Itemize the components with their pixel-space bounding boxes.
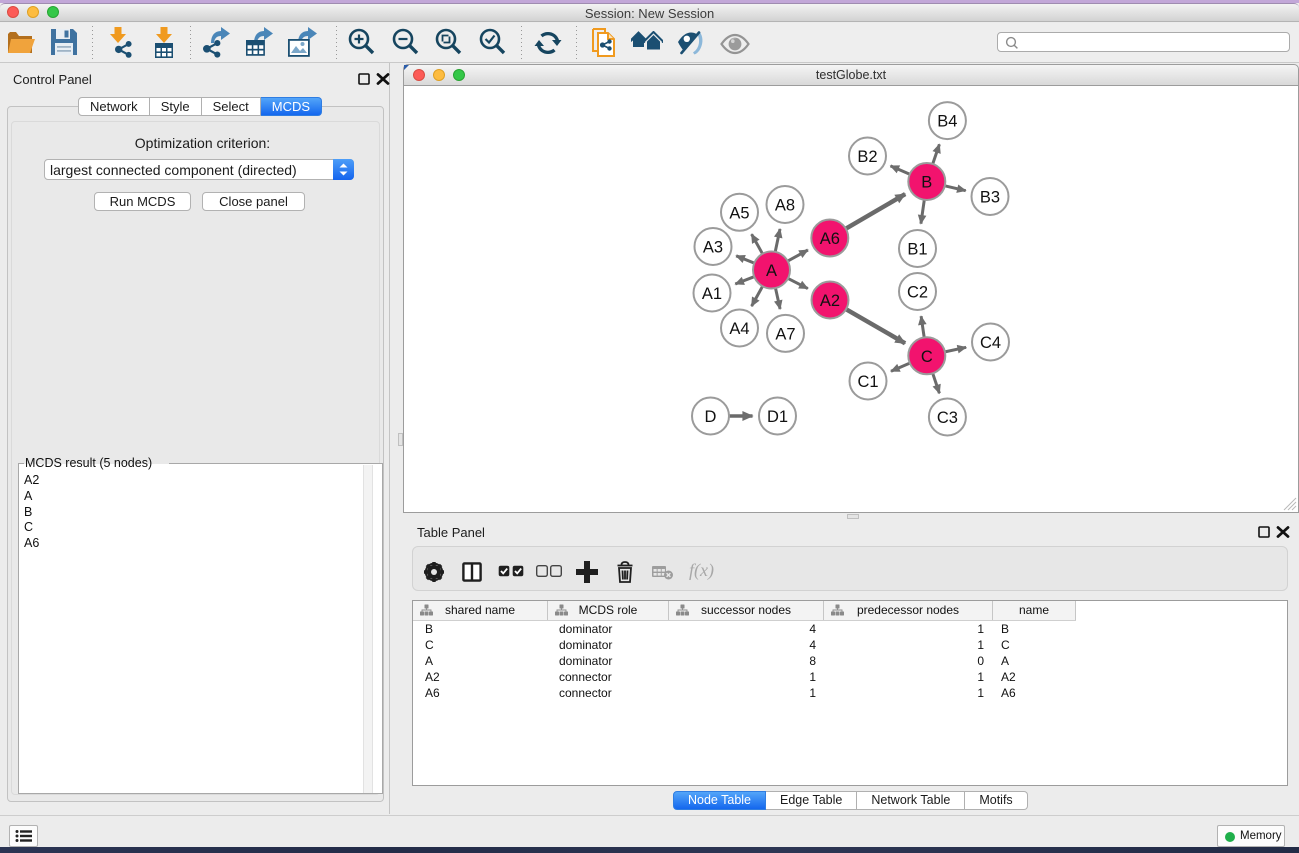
- svg-text:B4: B4: [937, 113, 957, 131]
- svg-text:D1: D1: [767, 408, 788, 426]
- svg-text:C3: C3: [937, 409, 958, 427]
- svg-text:B: B: [921, 174, 932, 192]
- svg-text:A7: A7: [775, 325, 795, 343]
- svg-text:A6: A6: [820, 230, 840, 248]
- svg-text:B3: B3: [980, 189, 1000, 207]
- svg-text:C2: C2: [907, 284, 928, 302]
- svg-text:A2: A2: [820, 292, 840, 310]
- svg-text:A1: A1: [702, 285, 722, 303]
- svg-text:C4: C4: [980, 334, 1001, 352]
- svg-text:C1: C1: [857, 373, 878, 391]
- svg-text:C: C: [921, 348, 933, 366]
- svg-text:B1: B1: [907, 241, 927, 259]
- svg-text:B2: B2: [857, 148, 877, 166]
- svg-text:A5: A5: [729, 204, 749, 222]
- svg-text:D: D: [705, 408, 717, 426]
- svg-text:A3: A3: [703, 239, 723, 257]
- svg-text:A4: A4: [729, 320, 749, 338]
- svg-text:A8: A8: [775, 197, 795, 215]
- svg-text:A: A: [766, 262, 777, 280]
